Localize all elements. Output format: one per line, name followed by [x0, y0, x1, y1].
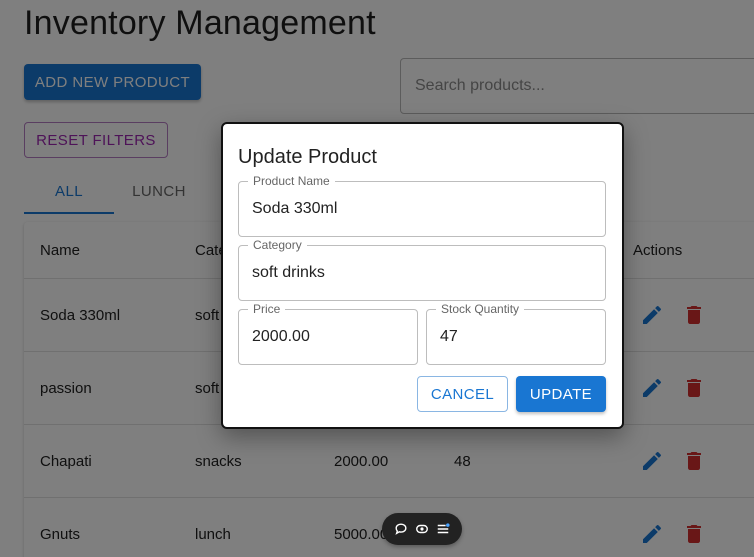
stock-quantity-field[interactable]: Stock Quantity 47 — [426, 302, 606, 365]
list-icon — [438, 523, 450, 534]
chat-icon — [395, 523, 407, 535]
eye-icon — [416, 524, 428, 534]
price-value[interactable]: 2000.00 — [252, 310, 310, 364]
product-name-field[interactable]: Product Name Soda 330ml — [238, 174, 606, 237]
price-field[interactable]: Price 2000.00 — [238, 302, 418, 365]
chat-button[interactable] — [394, 522, 408, 536]
cancel-button[interactable]: CANCEL — [417, 376, 508, 412]
update-product-dialog: Update Product Product Name Soda 330ml C… — [221, 122, 624, 429]
stock-quantity-value[interactable]: 47 — [440, 310, 458, 364]
view-button[interactable] — [415, 522, 429, 536]
list-button[interactable] — [436, 522, 450, 536]
category-field[interactable]: Category soft drinks — [238, 238, 606, 301]
update-button[interactable]: UPDATE — [516, 376, 606, 412]
category-value[interactable]: soft drinks — [252, 246, 325, 300]
product-name-value[interactable]: Soda 330ml — [252, 182, 337, 236]
dialog-title: Update Product — [238, 146, 377, 168]
floating-toolbar — [382, 513, 462, 545]
